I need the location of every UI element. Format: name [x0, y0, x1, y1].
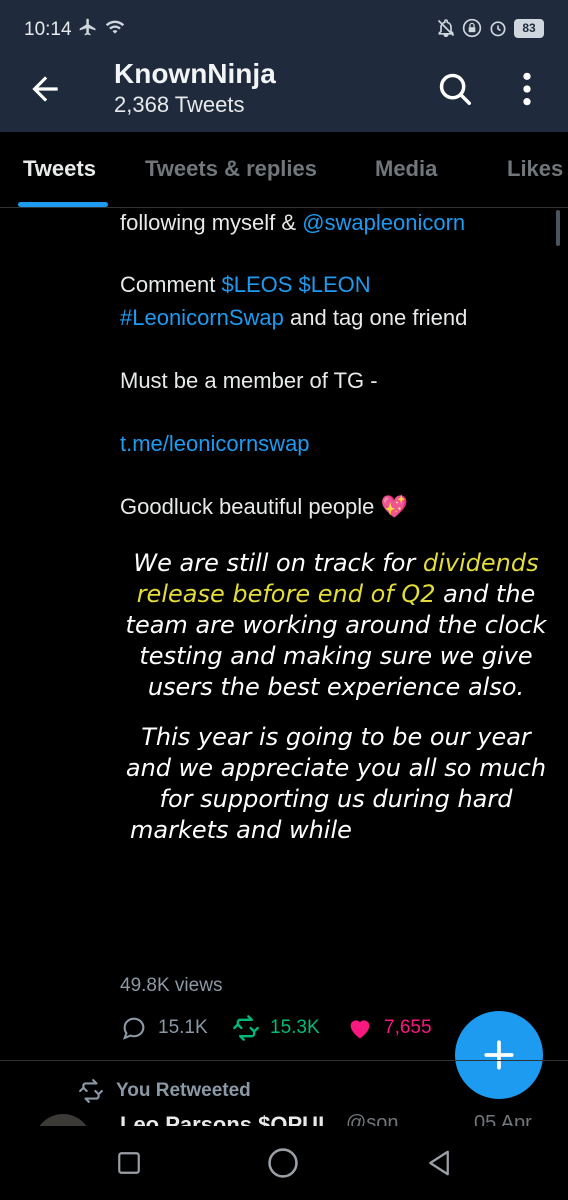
tweet-image[interactable]: We are still on track for dividends rele… [112, 548, 560, 846]
back-nav-icon[interactable] [424, 1148, 454, 1178]
mention-link[interactable]: @swapleonicorn [302, 210, 465, 235]
plus-icon [484, 1040, 514, 1070]
retweet-button[interactable]: 15.3K [232, 1014, 320, 1042]
heart-icon [350, 1020, 370, 1039]
vertical-dots-icon [523, 72, 531, 106]
search-button[interactable] [436, 70, 474, 108]
tweet-line: Must be a member of TG - [120, 368, 378, 393]
airplane-icon [79, 18, 96, 36]
tab-tweets[interactable]: Tweets [23, 156, 96, 182]
retweet-icon [79, 1079, 103, 1103]
wifi-icon [105, 20, 125, 34]
active-tab-indicator [18, 202, 108, 207]
status-time: 10:14 [24, 19, 72, 40]
battery-indicator: 83 [514, 18, 544, 38]
reply-button[interactable]: 15.1K [120, 1014, 208, 1042]
tab-likes[interactable]: Likes [507, 156, 563, 182]
next-tweet-date: 05 Apr [474, 1112, 532, 1126]
view-count: 49.8K views [120, 975, 223, 996]
telegram-link[interactable]: t.me/leonicornswap [120, 431, 310, 457]
hashtag-link[interactable]: #LeonicornSwap [120, 305, 284, 330]
next-tweet-author[interactable]: Leo Parsons $OPUL [120, 1112, 332, 1126]
like-button[interactable]: 7,655 [346, 1014, 432, 1042]
home-icon[interactable] [266, 1146, 300, 1180]
app-header: 10:14 83 KnownNinja 2,368 Tweets [0, 0, 568, 132]
profile-tabs: Tweets Tweets & replies Media Likes [0, 132, 568, 208]
compose-tweet-button[interactable] [455, 1011, 543, 1099]
tab-media[interactable]: Media [375, 156, 437, 182]
search-icon [439, 73, 471, 105]
status-bar: 10:14 83 [0, 0, 568, 58]
retweet-icon [233, 1015, 259, 1041]
lock-circle-icon [462, 18, 482, 38]
alarm-icon [490, 21, 506, 37]
next-tweet-handle: @son [346, 1112, 399, 1126]
system-nav-bar [0, 1126, 568, 1200]
tweet-count: 2,368 Tweets [114, 92, 245, 117]
tweet-divider [0, 1060, 568, 1061]
sparkling-heart-emoji: 💖 [380, 494, 408, 519]
reply-icon [122, 1017, 145, 1040]
mute-bell-icon [437, 19, 455, 38]
arrow-left-icon [32, 76, 58, 102]
cashtag-link[interactable]: $LEOS $LEON [221, 272, 370, 297]
tab-tweets-replies[interactable]: Tweets & replies [145, 156, 317, 182]
more-options-button[interactable] [514, 70, 540, 108]
scrollbar[interactable] [556, 210, 560, 246]
back-button[interactable] [26, 70, 64, 108]
recents-icon[interactable] [116, 1150, 142, 1176]
profile-name: KnownNinja [114, 58, 276, 89]
retweet-notice: You Retweeted [78, 1078, 251, 1104]
